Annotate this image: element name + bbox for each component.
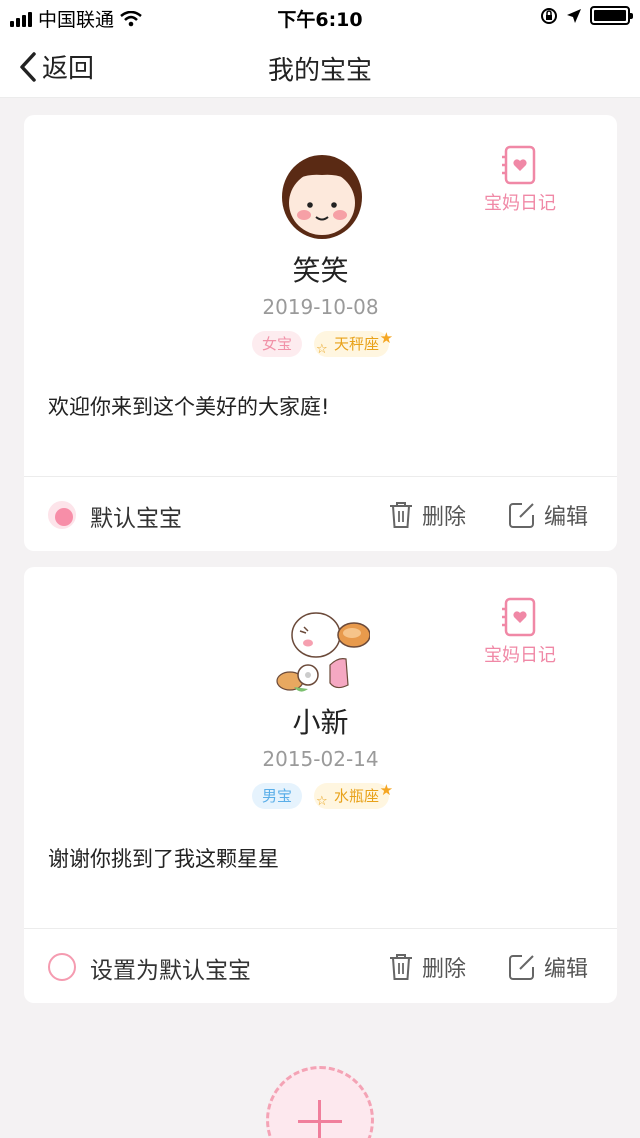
diary-button[interactable]: 宝妈日记 — [482, 145, 558, 215]
baby-avatar — [276, 612, 370, 692]
set-default-label[interactable]: 设置为默认宝宝 — [90, 951, 251, 985]
star-icon: ★ — [379, 781, 394, 799]
zodiac-label: 水瓶座 — [334, 787, 380, 805]
trash-icon — [390, 502, 412, 528]
star-outline-icon: ☆ — [316, 342, 328, 357]
edit-label: 编辑 — [544, 505, 589, 530]
baby-birthday: 2019-10-08 — [262, 295, 379, 319]
diary-label: 宝妈日记 — [484, 193, 556, 214]
star-outline-icon: ☆ — [316, 794, 328, 809]
nav-bar: 返回 我的宝宝 — [0, 34, 640, 98]
default-radio[interactable] — [48, 953, 76, 981]
diary-heart-icon — [502, 145, 536, 185]
status-bar: 中国联通 下午6:10 — [0, 0, 640, 34]
battery-icon — [590, 6, 633, 25]
status-right — [540, 6, 633, 25]
default-label[interactable]: 默认宝宝 — [90, 499, 182, 533]
baby-name: 小新 — [292, 706, 349, 739]
location-icon — [567, 8, 581, 23]
edit-icon — [509, 955, 534, 980]
delete-label: 删除 — [422, 505, 467, 530]
zodiac-label: 天秤座 — [334, 335, 380, 353]
baby-tags: 男宝 ☆ 水瓶座 ★ — [24, 781, 617, 809]
delete-button[interactable]: 删除 — [388, 951, 466, 983]
default-radio[interactable] — [48, 501, 76, 529]
star-icon: ★ — [379, 329, 394, 347]
edit-button[interactable]: 编辑 — [508, 951, 588, 983]
gender-tag: 女宝 — [251, 331, 302, 357]
edit-icon — [509, 503, 534, 528]
page-title: 我的宝宝 — [267, 56, 372, 86]
baby-name: 笑笑 — [292, 254, 349, 287]
trash-icon — [390, 954, 412, 980]
diary-label: 宝妈日记 — [484, 645, 556, 666]
baby-message: 欢迎你来到这个美好的大家庭! — [48, 395, 330, 419]
edit-label: 编辑 — [544, 957, 589, 982]
add-baby-button[interactable] — [266, 1066, 374, 1138]
zodiac-tag: ☆ 天秤座 ★ — [314, 329, 393, 357]
card-footer: 默认宝宝 删除 编辑 — [24, 477, 617, 551]
edit-button[interactable]: 编辑 — [508, 499, 588, 531]
baby-card: 宝妈日记 小新 2015-02-14 男宝 ☆ 水瓶座 ★ 谢谢你挑到了我这颗星… — [24, 567, 617, 1003]
rotation-lock-icon — [541, 7, 557, 24]
baby-message: 谢谢你挑到了我这颗星星 — [48, 847, 279, 871]
baby-tags: 女宝 ☆ 天秤座 ★ — [24, 329, 617, 357]
baby-avatar — [282, 155, 362, 239]
delete-label: 删除 — [422, 957, 467, 982]
baby-card: 宝妈日记 笑笑 2019-10-08 女宝 ☆ 天秤座 ★ 欢迎你来到这个美好的… — [24, 115, 617, 551]
diary-heart-icon — [502, 597, 536, 637]
baby-birthday: 2015-02-14 — [262, 747, 379, 771]
delete-button[interactable]: 删除 — [388, 499, 466, 531]
gender-tag: 男宝 — [251, 783, 302, 809]
zodiac-tag: ☆ 水瓶座 ★ — [314, 781, 393, 809]
diary-button[interactable]: 宝妈日记 — [482, 597, 558, 667]
card-footer: 设置为默认宝宝 删除 编辑 — [24, 929, 617, 1003]
